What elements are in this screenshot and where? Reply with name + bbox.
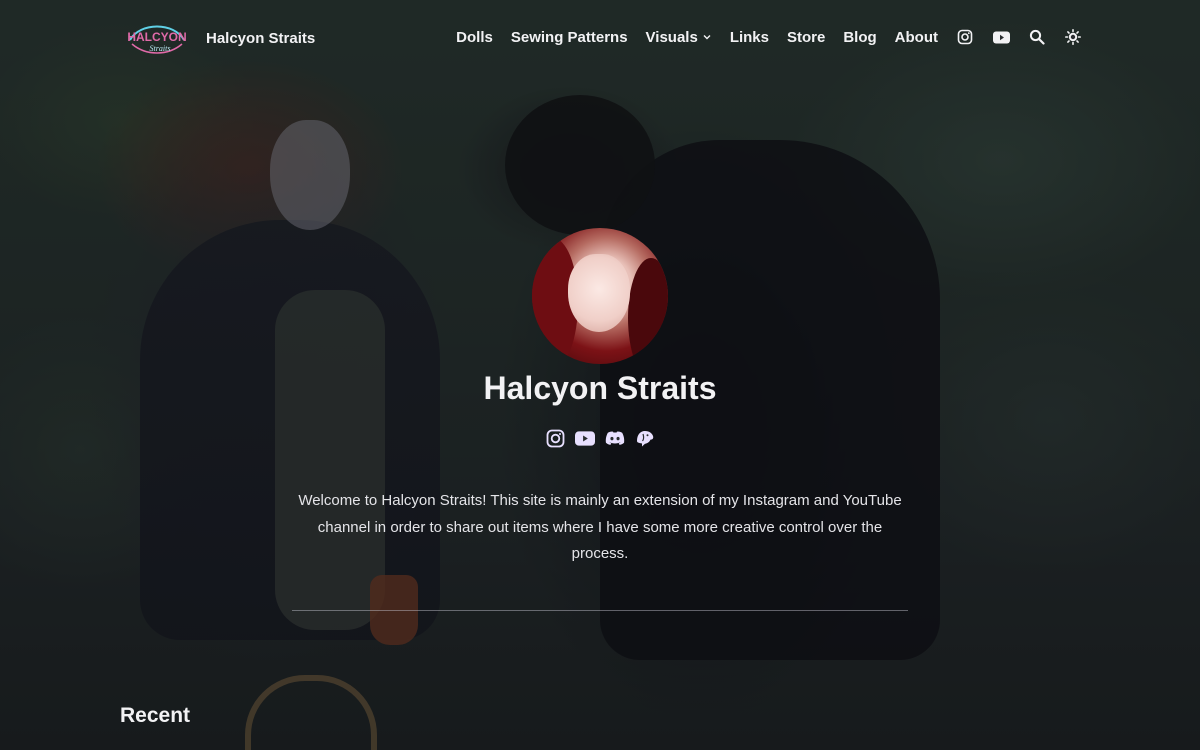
site-header: HALCYON Straits Halcyon Straits Dolls Se… (0, 0, 1200, 78)
youtube-icon[interactable] (575, 428, 595, 448)
instagram-icon[interactable] (545, 428, 565, 448)
site-title-link[interactable]: Halcyon Straits (206, 30, 315, 47)
avatar-face (568, 254, 630, 332)
main-nav: Dolls Sewing Patterns Visuals Links Stor… (456, 28, 1082, 46)
nav-about[interactable]: About (895, 29, 938, 46)
social-links (0, 428, 1200, 448)
nav-links[interactable]: Links (730, 29, 769, 46)
discord-icon[interactable] (605, 428, 625, 448)
instagram-icon[interactable] (956, 28, 974, 46)
site-logo[interactable]: HALCYON Straits (122, 20, 192, 58)
avatar-hair-right (628, 258, 668, 364)
search-icon[interactable] (1028, 28, 1046, 46)
nav-blog[interactable]: Blog (843, 29, 876, 46)
theme-toggle-icon[interactable] (1064, 28, 1082, 46)
chevron-down-icon (703, 35, 711, 40)
nav-sewing-patterns[interactable]: Sewing Patterns (511, 29, 628, 46)
page: HALCYON Straits Halcyon Straits Dolls Se… (0, 0, 1200, 750)
nav-dolls[interactable]: Dolls (456, 29, 493, 46)
section-divider (292, 610, 908, 611)
profile-avatar (532, 228, 668, 364)
logo-text: HALCYON (127, 30, 186, 44)
hero-title: Halcyon Straits (483, 370, 717, 406)
logo-graphic: HALCYON Straits (127, 25, 187, 54)
nav-visuals-label: Visuals (645, 28, 698, 46)
nav-store[interactable]: Store (787, 29, 825, 46)
youtube-icon[interactable] (992, 28, 1010, 46)
logo-subtext: Straits (150, 44, 171, 53)
recent-heading: Recent (120, 704, 191, 727)
nav-visuals[interactable]: Visuals (646, 29, 712, 46)
intro-text: Welcome to Halcyon Straits! This site is… (298, 492, 902, 562)
mastodon-icon[interactable] (635, 428, 655, 448)
